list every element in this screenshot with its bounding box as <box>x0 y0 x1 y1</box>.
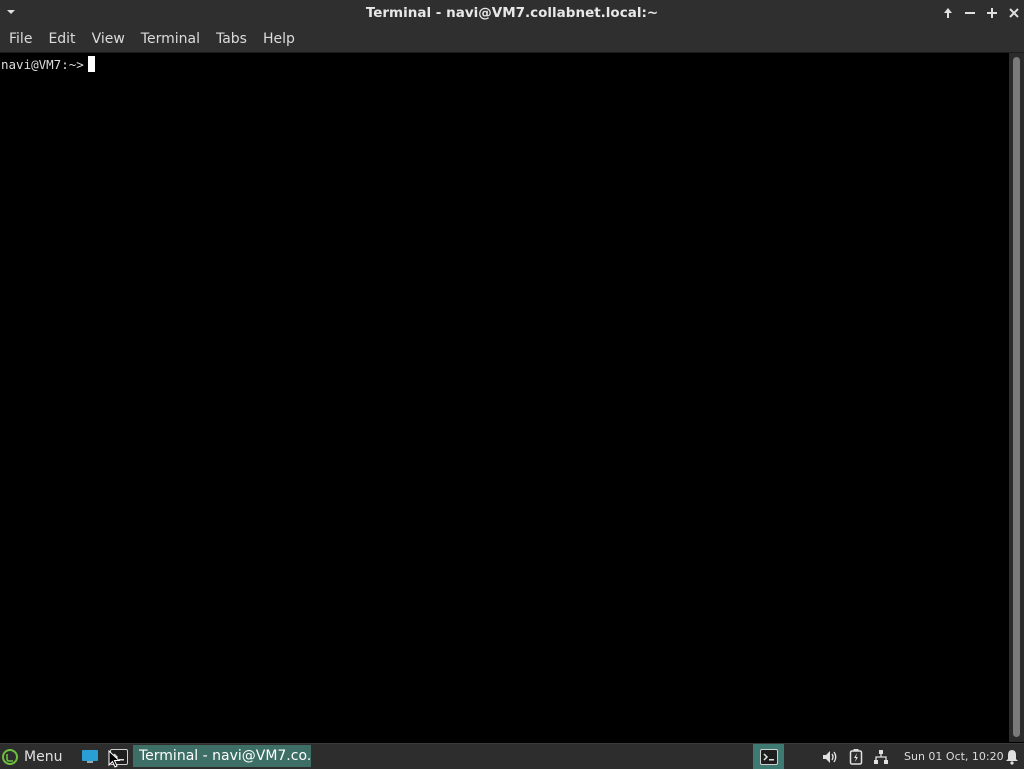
arrow-up-icon <box>944 8 952 18</box>
terminal-scrollbar[interactable] <box>1009 53 1024 742</box>
battery-icon <box>849 748 863 765</box>
terminal-cursor <box>87 56 95 72</box>
maximize-icon <box>987 8 997 18</box>
terminal-prompt: navi@VM7:~> <box>1 57 84 72</box>
bottom-panel: Menu Terminal - navi@VM7.co... Sun 01 Oc… <box>0 743 1024 769</box>
menu-edit[interactable]: Edit <box>40 27 83 52</box>
minimize-button[interactable] <box>962 4 978 22</box>
menu-view[interactable]: View <box>84 27 133 52</box>
menu-terminal[interactable]: Terminal <box>133 27 208 52</box>
network-icon <box>874 749 888 764</box>
desktop-icon <box>82 749 98 763</box>
mouse-cursor-icon <box>108 750 120 768</box>
taskbar-item-label: Terminal - navi@VM7.co... <box>139 748 311 764</box>
terminal-area[interactable]: navi@VM7:~> <box>0 53 1009 742</box>
window-titlebar[interactable]: Terminal - navi@VM7.collabnet.local:~ <box>0 0 1024 28</box>
close-icon <box>1009 8 1019 18</box>
menubar: File Edit View Terminal Tabs Help <box>0 27 1024 53</box>
scrollbar-thumb[interactable] <box>1013 57 1020 737</box>
keep-above-button[interactable] <box>940 4 956 22</box>
show-desktop-launcher[interactable] <box>80 744 100 769</box>
terminal-line: navi@VM7:~> <box>1 56 95 72</box>
panel-menu-button[interactable]: Menu <box>2 744 62 769</box>
workspace-terminal-indicator[interactable] <box>753 744 784 769</box>
maximize-button[interactable] <box>984 4 1000 22</box>
close-button[interactable] <box>1006 4 1022 22</box>
panel-menu-label: Menu <box>24 748 63 765</box>
menu-tabs[interactable]: Tabs <box>208 27 255 52</box>
notifications-button[interactable] <box>1002 744 1022 769</box>
menu-file[interactable]: File <box>0 27 40 52</box>
network-button[interactable] <box>871 744 891 769</box>
mint-logo-icon <box>2 748 18 765</box>
volume-icon <box>823 750 837 763</box>
menu-help[interactable]: Help <box>255 27 303 52</box>
panel-clock[interactable]: Sun 01 Oct, 10:20 <box>904 744 1004 769</box>
bell-icon <box>1006 749 1018 765</box>
terminal-icon <box>759 748 778 765</box>
volume-button[interactable] <box>820 744 840 769</box>
minimize-icon <box>965 12 975 14</box>
window-controls <box>940 4 1022 22</box>
battery-button[interactable] <box>846 744 866 769</box>
window-title: Terminal - navi@VM7.collabnet.local:~ <box>365 5 659 21</box>
taskbar-item-terminal[interactable]: Terminal - navi@VM7.co... <box>133 745 311 767</box>
